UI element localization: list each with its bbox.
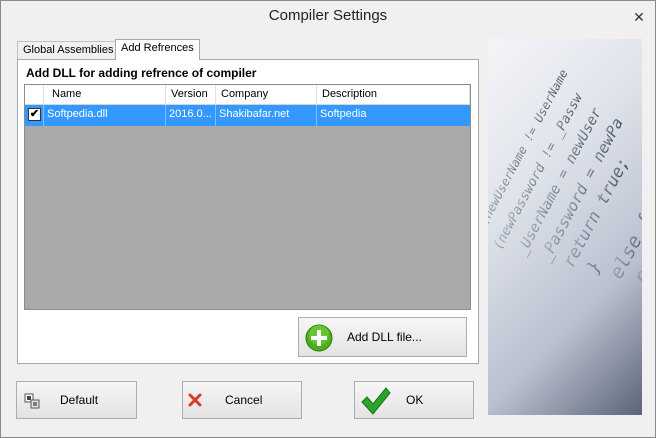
grid-header: Name Version Company Description [25, 85, 470, 105]
cell-company: Shakibafar.net [216, 105, 317, 126]
dll-grid[interactable]: Name Version Company Description ✔ Softp… [24, 84, 471, 310]
red-x-icon [188, 393, 202, 407]
default-button[interactable]: Default [16, 381, 137, 419]
reset-defaults-icon [24, 393, 40, 409]
close-button[interactable]: ✕ [631, 9, 647, 25]
code-background-image: if((newUserName != UserName (newPassword… [488, 39, 642, 415]
title-bar: Compiler Settings ✕ [1, 1, 655, 32]
column-header-description[interactable]: Description [317, 85, 470, 105]
header-check-column [25, 85, 44, 105]
ok-button-label: OK [406, 393, 424, 407]
cell-name: Softpedia.dll [44, 105, 166, 126]
add-dll-file-button[interactable]: Add DLL file... [298, 317, 467, 357]
plus-circle-icon [305, 324, 333, 352]
code-text-graphic: if((newUserName != UserName (newPassword… [488, 67, 642, 289]
default-button-label: Default [60, 393, 99, 407]
column-header-version[interactable]: Version [166, 85, 216, 105]
compiler-settings-window: Compiler Settings ✕ Global Assemblies Ad… [0, 0, 656, 438]
panel-heading: Add DLL for adding refrence of compiler [26, 66, 257, 80]
row-check-cell[interactable]: ✔ [25, 105, 44, 126]
window-title: Compiler Settings [268, 7, 388, 24]
cell-description: Softpedia [320, 108, 367, 120]
column-header-company[interactable]: Company [216, 85, 317, 105]
tab-global-assemblies[interactable]: Global Assemblies [17, 41, 120, 59]
row-checkbox[interactable]: ✔ [28, 108, 41, 121]
ok-button[interactable]: OK [354, 381, 474, 419]
table-row[interactable]: ✔ Softpedia.dll 2016.0... Shakibafar.net… [25, 105, 470, 126]
cell-version: 2016.0... [166, 105, 216, 126]
cancel-button-label: Cancel [225, 393, 263, 407]
green-checkmark-icon [361, 387, 391, 415]
cancel-button[interactable]: Cancel [182, 381, 302, 419]
add-dll-file-label: Add DLL file... [347, 330, 422, 344]
column-header-name[interactable]: Name [44, 85, 166, 105]
code-line: } [582, 257, 606, 277]
add-references-panel: Add DLL for adding refrence of compiler … [17, 59, 479, 364]
tab-add-refrences[interactable]: Add Refrences [115, 39, 200, 60]
